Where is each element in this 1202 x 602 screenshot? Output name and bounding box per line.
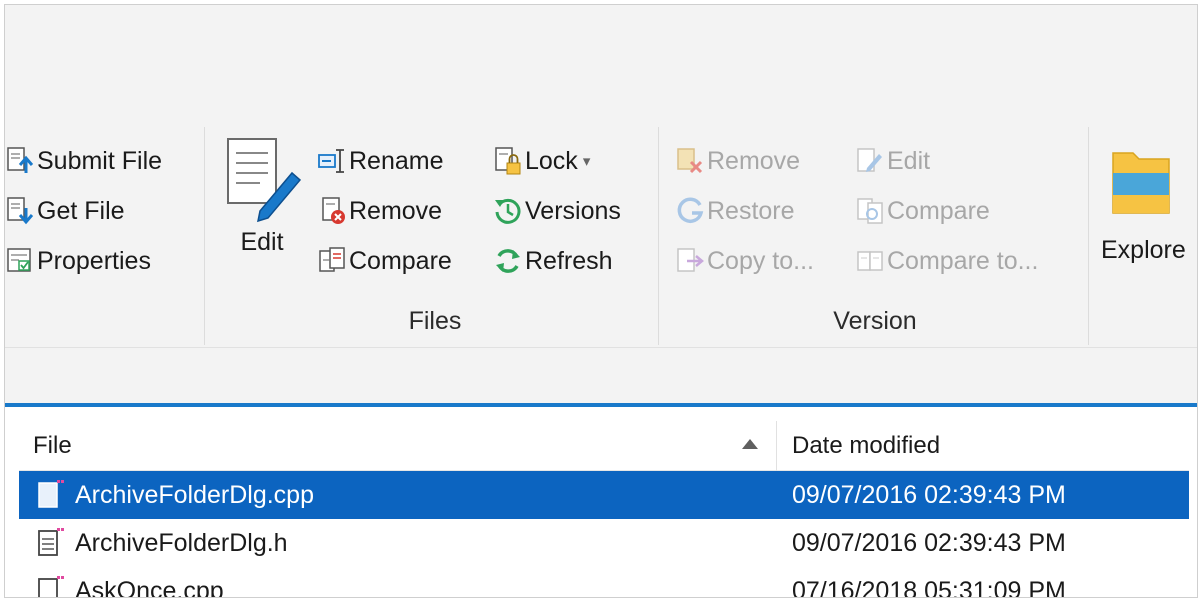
file-date-modified: 09/07/2016 02:39:43 PM xyxy=(792,481,1066,509)
group-separator xyxy=(204,127,205,345)
properties-label: Properties xyxy=(37,246,151,275)
edit-large-button[interactable]: Edit xyxy=(217,135,307,257)
rename-icon xyxy=(318,149,344,173)
file-name: ArchiveFolderDlg.cpp xyxy=(75,480,314,509)
refresh-button[interactable]: Refresh xyxy=(493,241,613,281)
submit-file-label: Submit File xyxy=(37,146,163,175)
file-date-modified: 09/07/2016 02:39:43 PM xyxy=(792,529,1066,557)
restore-icon xyxy=(677,197,704,223)
edit-version-icon xyxy=(857,148,882,172)
properties-icon xyxy=(7,248,31,272)
copy-to-label: Copy to... xyxy=(707,246,814,275)
submit-file-button[interactable]: Submit File xyxy=(5,141,162,181)
edit-large-label: Edit xyxy=(240,228,284,256)
compare-files-icon xyxy=(319,247,345,272)
header-file-icon xyxy=(38,528,64,556)
get-file-icon xyxy=(7,197,34,225)
submit-file-icon xyxy=(7,147,34,173)
version-edit-button[interactable]: Edit xyxy=(855,141,930,181)
compare-to-icon xyxy=(857,251,883,271)
explore-label: Explore xyxy=(1101,236,1186,264)
lock-dropdown-arrow[interactable]: ▾ xyxy=(583,152,591,170)
versions-label: Versions xyxy=(525,196,621,225)
restore-button[interactable]: Restore xyxy=(675,191,795,231)
table-row[interactable]: ArchiveFolderDlg.cpp 09/07/2016 02:39:43… xyxy=(19,471,1189,519)
ribbon: Submit File Get File Properties Edit Ren… xyxy=(5,5,1197,403)
refresh-label: Refresh xyxy=(525,246,613,275)
compare-version-icon xyxy=(857,198,883,224)
column-header-file[interactable]: File xyxy=(33,421,72,471)
file-name: ArchiveFolderDlg.h xyxy=(75,528,288,557)
remove-file-icon xyxy=(322,197,345,224)
cpp-file-icon xyxy=(38,480,64,508)
rename-label: Rename xyxy=(349,146,444,175)
refresh-icon xyxy=(496,249,520,273)
edit-document-icon xyxy=(227,138,302,223)
file-name-cell: ArchiveFolderDlg.h xyxy=(19,519,288,567)
group-separator xyxy=(658,127,659,345)
properties-button[interactable]: Properties xyxy=(5,241,151,281)
version-remove-label: Remove xyxy=(707,146,801,175)
lock-button[interactable]: Lock ▾ xyxy=(493,141,590,181)
remove-version-icon xyxy=(677,148,703,174)
file-name: AskOnce.cpp xyxy=(75,576,224,598)
file-list-header: File Date modified xyxy=(19,421,1189,471)
cpp-file-icon xyxy=(38,576,64,597)
folder-explore-icon xyxy=(1112,152,1170,214)
version-compare-button[interactable]: Compare xyxy=(855,191,990,231)
version-remove-button[interactable]: Remove xyxy=(675,141,800,181)
remove-button[interactable]: Remove xyxy=(317,191,442,231)
remove-label: Remove xyxy=(349,196,443,225)
get-file-label: Get File xyxy=(37,196,125,225)
compare-label: Compare xyxy=(349,246,452,275)
lock-label: Lock xyxy=(525,146,578,175)
copy-to-icon xyxy=(677,248,704,272)
column-header-date-modified[interactable]: Date modified xyxy=(792,421,940,471)
table-row[interactable]: AskOnce.cpp 07/16/2018 05:31:09 PM xyxy=(19,567,1189,598)
sort-ascending-icon xyxy=(742,439,758,449)
table-row[interactable]: ArchiveFolderDlg.h 09/07/2016 02:39:43 P… xyxy=(19,519,1189,567)
group-separator xyxy=(1088,127,1089,345)
restore-label: Restore xyxy=(707,196,795,225)
ribbon-accent-line xyxy=(5,403,1197,407)
versions-history-icon xyxy=(495,198,521,224)
files-group-label: Files xyxy=(408,307,462,335)
versions-button[interactable]: Versions xyxy=(493,191,621,231)
app-window: Submit File Get File Properties Edit Ren… xyxy=(4,4,1198,598)
compare-button[interactable]: Compare xyxy=(317,241,452,281)
version-group-label: Version xyxy=(833,307,917,335)
ribbon-status-band xyxy=(5,347,1197,403)
file-name-cell: ArchiveFolderDlg.cpp xyxy=(19,471,314,519)
file-name-cell: AskOnce.cpp xyxy=(19,567,224,598)
column-divider[interactable] xyxy=(776,421,777,471)
rename-button[interactable]: Rename xyxy=(317,141,444,181)
lock-icon xyxy=(495,147,521,175)
get-file-button[interactable]: Get File xyxy=(5,191,125,231)
compare-to-button[interactable]: Compare to... xyxy=(855,241,1038,281)
explore-button[interactable]: Explore xyxy=(1101,143,1197,265)
version-compare-label: Compare xyxy=(887,196,990,225)
copy-to-button[interactable]: Copy to... xyxy=(675,241,814,281)
compare-to-label: Compare to... xyxy=(887,246,1039,275)
version-edit-label: Edit xyxy=(887,146,931,175)
file-date-modified: 07/16/2018 05:31:09 PM xyxy=(792,577,1066,598)
